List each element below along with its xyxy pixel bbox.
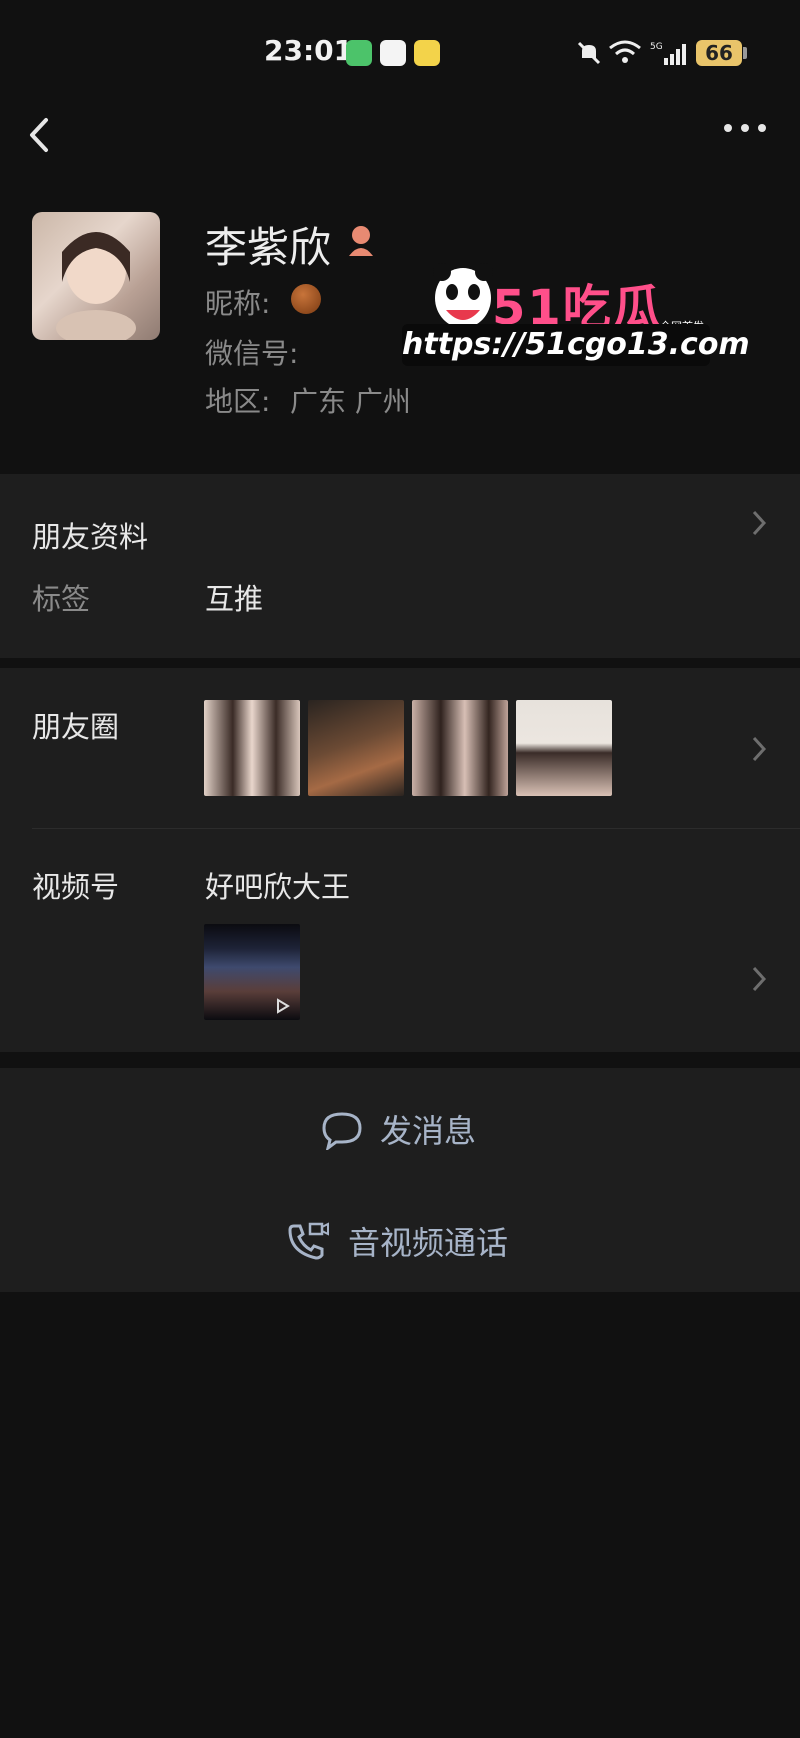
moments-channels-card: 朋友圈 视频号 好吧欣大王 — [0, 668, 800, 1052]
channels-video-thumbnail[interactable] — [204, 924, 300, 1020]
section-divider — [32, 828, 800, 829]
tags-label: 标签 — [32, 582, 91, 616]
more-options-icon[interactable] — [722, 118, 768, 138]
moments-thumbnail[interactable] — [204, 700, 300, 796]
play-icon — [277, 998, 290, 1014]
chestnut-emoji-icon — [291, 284, 321, 314]
voice-video-call-button[interactable]: 音视频通话 — [284, 1216, 544, 1266]
video-call-icon — [288, 1222, 329, 1260]
chevron-right-icon[interactable] — [750, 964, 768, 994]
nickname-label: 昵称: — [205, 287, 271, 320]
status-bar: 23:01 5G 66 — [0, 0, 800, 100]
wechat-id-label: 微信号: — [205, 337, 299, 370]
back-icon[interactable] — [26, 112, 66, 158]
moments-label[interactable]: 朋友圈 — [32, 704, 119, 746]
profile-name: 李紫欣 — [205, 223, 332, 272]
avatar[interactable] — [32, 212, 160, 340]
avatar-photo — [56, 232, 136, 340]
battery-tip — [743, 47, 747, 59]
friend-info-title[interactable]: 朋友资料 — [32, 514, 148, 556]
moments-thumbnail[interactable] — [412, 700, 508, 796]
watermark-url: https://51cgo13.com — [402, 324, 750, 366]
female-gender-icon — [349, 226, 373, 256]
watermark-panda-logo — [433, 263, 493, 328]
region-label: 地区: — [205, 385, 271, 418]
mute-icon — [577, 41, 601, 65]
send-message-button[interactable]: 发消息 — [318, 1104, 518, 1154]
channels-name[interactable]: 好吧欣大王 — [205, 864, 350, 906]
actions-card: 发消息 音视频通话 — [0, 1068, 800, 1292]
app-icon — [380, 40, 406, 66]
battery-indicator: 66 — [696, 40, 742, 66]
region-value: 广东 广州 — [290, 385, 411, 418]
channels-label[interactable]: 视频号 — [32, 864, 119, 906]
chevron-right-icon[interactable] — [750, 734, 768, 764]
send-message-label: 发消息 — [380, 1112, 477, 1150]
moments-thumbnail[interactable] — [308, 700, 404, 796]
tags-value: 互推 — [205, 582, 264, 616]
chat-bubble-icon — [322, 1112, 362, 1150]
wifi-icon — [609, 40, 641, 63]
moments-thumbnail[interactable] — [516, 700, 612, 796]
chevron-right-icon[interactable] — [750, 508, 768, 538]
qr-app-icon — [414, 40, 440, 66]
wechat-icon — [346, 40, 372, 66]
svg-text:5G: 5G — [650, 42, 663, 52]
status-time: 23:01 — [264, 34, 354, 67]
signal-5g-icon: 5G — [650, 42, 686, 65]
voice-video-call-label: 音视频通话 — [348, 1224, 509, 1262]
friend-info-card: 朋友资料 标签 互推 — [0, 474, 800, 658]
